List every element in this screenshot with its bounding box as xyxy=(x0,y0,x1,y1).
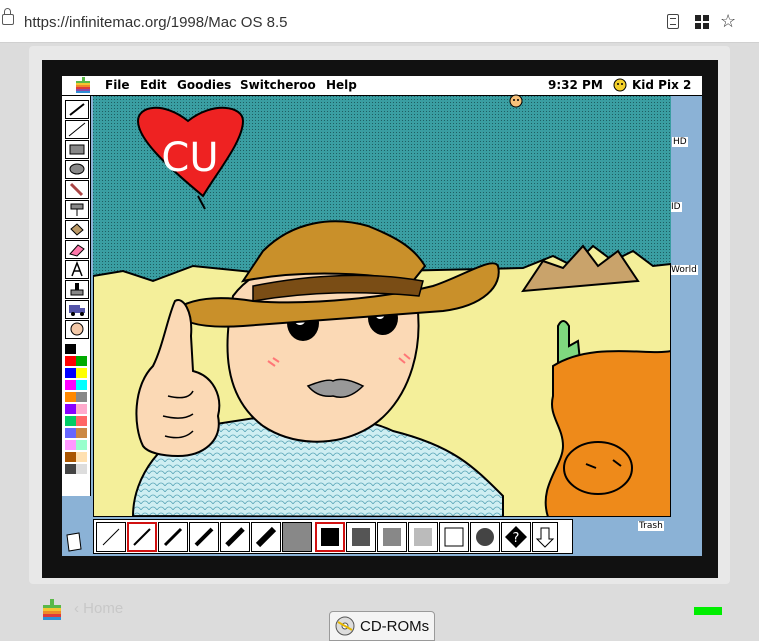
color-swatch[interactable] xyxy=(76,416,87,426)
paint-bucket-tool-icon[interactable] xyxy=(65,220,89,239)
pencil-width-4-button[interactable] xyxy=(189,522,219,552)
text-tool-icon[interactable] xyxy=(65,260,89,279)
color-swatch-grid xyxy=(65,344,87,494)
heart-text: CU xyxy=(161,135,218,181)
pattern-medium-gray-button[interactable] xyxy=(377,522,407,552)
color-swatch[interactable] xyxy=(76,344,87,354)
paint-roller-tool-icon[interactable] xyxy=(65,200,89,219)
menu-file[interactable]: File xyxy=(105,78,130,92)
color-swatch[interactable] xyxy=(65,356,76,366)
color-swatch[interactable] xyxy=(65,404,76,414)
bookmark-star-icon[interactable]: ☆ xyxy=(720,11,736,31)
menubar-clock[interactable]: 9:32 PM xyxy=(548,78,603,92)
pattern-fuzzy-button[interactable] xyxy=(470,522,500,552)
color-swatch[interactable] xyxy=(65,380,76,390)
mac-menubar: File Edit Goodies Switcheroo Help 9:32 P… xyxy=(62,76,702,96)
apple-logo-icon xyxy=(41,597,63,626)
color-swatch[interactable] xyxy=(76,440,87,450)
color-swatch[interactable] xyxy=(65,428,76,438)
moving-van-tool-icon[interactable] xyxy=(65,300,89,319)
wacky-brush-tool-icon[interactable] xyxy=(65,180,89,199)
color-swatch[interactable] xyxy=(65,344,76,354)
reader-view-icon[interactable] xyxy=(667,14,679,29)
pencil-width-6-button[interactable] xyxy=(251,522,281,552)
home-link[interactable]: ‹ Home xyxy=(74,600,123,617)
scroll-page-icon[interactable] xyxy=(65,531,83,556)
rectangle-tool-icon[interactable] xyxy=(65,140,89,159)
desktop-icon-world[interactable]: World xyxy=(670,265,698,275)
scroll-arrow-icon[interactable] xyxy=(532,522,558,552)
menu-goodies[interactable]: Goodies xyxy=(177,78,231,92)
line-tool-icon[interactable] xyxy=(65,120,89,139)
undo-guy-face-icon[interactable] xyxy=(509,94,523,113)
svg-text:?: ? xyxy=(513,531,520,546)
pattern-dark-gray-button[interactable] xyxy=(346,522,376,552)
color-swatch[interactable] xyxy=(65,464,76,474)
menu-switcheroo[interactable]: Switcheroo xyxy=(240,78,316,92)
color-swatch[interactable] xyxy=(65,392,76,402)
extensions-icon[interactable] xyxy=(694,14,710,30)
pencil-width-2-button[interactable] xyxy=(127,522,157,552)
pattern-white-button[interactable] xyxy=(439,522,469,552)
address-bar[interactable]: https://infinitemac.org/1998/Mac OS 8.5 xyxy=(24,14,287,31)
color-swatch[interactable] xyxy=(76,452,87,462)
pattern-gray-button[interactable] xyxy=(282,522,312,552)
tool-options-bar: ? xyxy=(93,519,573,554)
lock-icon xyxy=(2,8,14,25)
desktop-icon-trash[interactable]: Trash xyxy=(638,521,664,531)
color-swatch[interactable] xyxy=(65,452,76,462)
color-swatch[interactable] xyxy=(65,440,76,450)
eraser-tool-icon[interactable] xyxy=(65,240,89,259)
pencil-tool-icon[interactable] xyxy=(65,100,89,119)
pattern-solid-black-button[interactable] xyxy=(315,522,345,552)
color-swatch[interactable] xyxy=(76,380,87,390)
desktop-icon-id[interactable]: ID xyxy=(670,202,682,212)
color-swatch[interactable] xyxy=(76,356,87,366)
color-swatch[interactable] xyxy=(76,404,87,414)
tool-palette xyxy=(62,96,91,496)
color-swatch[interactable] xyxy=(76,428,87,438)
cd-roms-label: CD-ROMs xyxy=(360,618,430,635)
apple-menu-icon[interactable] xyxy=(76,77,90,96)
pencil-width-1-button[interactable] xyxy=(96,522,126,552)
activity-indicator xyxy=(694,607,722,615)
color-swatch[interactable] xyxy=(76,392,87,402)
oval-tool-icon[interactable] xyxy=(65,160,89,179)
menu-edit[interactable]: Edit xyxy=(140,78,167,92)
cowboy-drawing: CU xyxy=(92,96,672,519)
drawing-canvas[interactable]: CU xyxy=(92,96,672,519)
cd-roms-button[interactable]: CD-ROMs xyxy=(329,611,435,641)
color-swatch[interactable] xyxy=(76,368,87,378)
undo-guy-tool-icon[interactable] xyxy=(65,320,89,339)
color-swatch[interactable] xyxy=(65,416,76,426)
application-menu[interactable]: Kid Pix 2 xyxy=(632,78,691,92)
cd-icon xyxy=(335,616,355,636)
desktop-icon-hd[interactable]: HD xyxy=(672,137,688,147)
pencil-width-3-button[interactable] xyxy=(158,522,188,552)
random-pattern-icon[interactable]: ? xyxy=(501,522,531,552)
pattern-light-gray-button[interactable] xyxy=(408,522,438,552)
menu-help[interactable]: Help xyxy=(326,78,357,92)
color-swatch[interactable] xyxy=(76,464,87,474)
pencil-width-5-button[interactable] xyxy=(220,522,250,552)
mac-desktop[interactable]: File Edit Goodies Switcheroo Help 9:32 P… xyxy=(62,76,702,556)
kid-pix-app-icon xyxy=(612,77,628,96)
rubber-stamp-tool-icon[interactable] xyxy=(65,280,89,299)
color-swatch[interactable] xyxy=(65,368,76,378)
browser-toolbar: https://infinitemac.org/1998/Mac OS 8.5 … xyxy=(0,0,759,43)
